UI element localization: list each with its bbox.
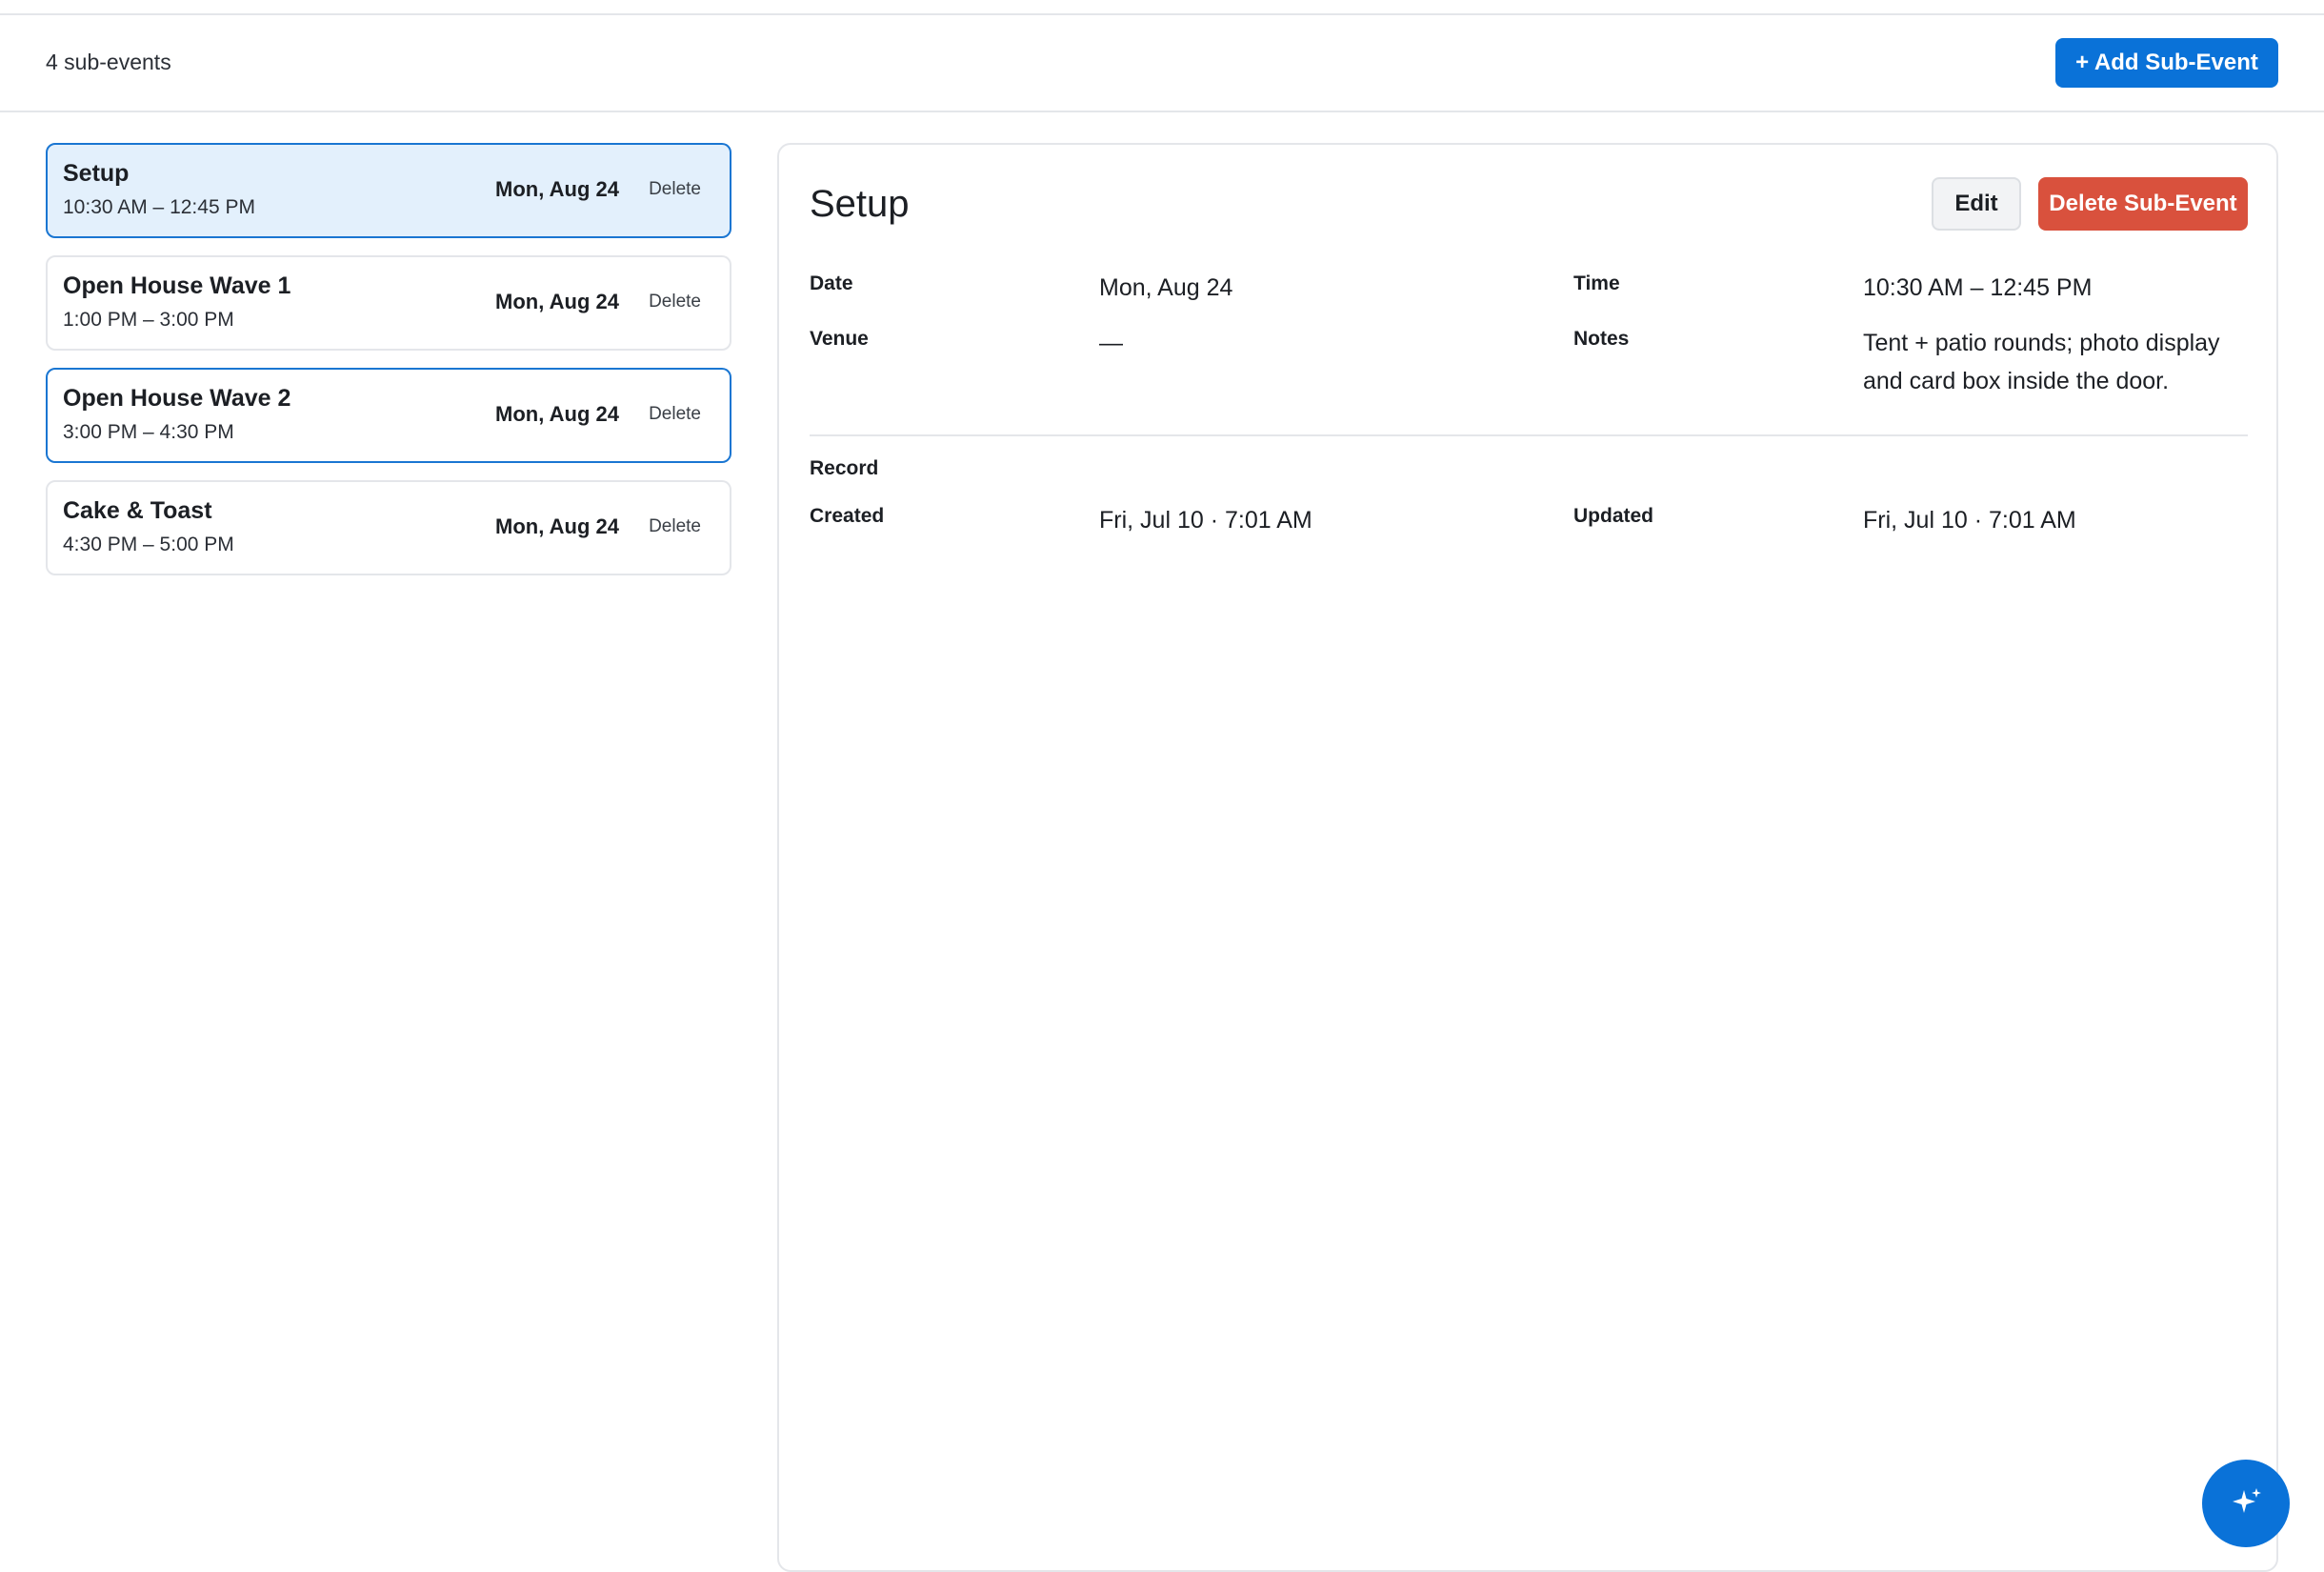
created-value: Fri, Jul 10 · 7:01 AM: [1099, 507, 1312, 534]
sub-event-title: Open House Wave 2: [63, 385, 291, 412]
assistant-fab-button[interactable]: [2202, 1460, 2290, 1547]
notes-label: Notes: [1573, 328, 1630, 350]
created-label: Created: [810, 505, 885, 527]
sub-event-title: Open House Wave 1: [63, 272, 291, 299]
sub-event-delete-link[interactable]: Delete: [649, 404, 701, 425]
top-divider: [0, 0, 2324, 15]
toolbar: 4 sub-events + Add Sub-Event: [0, 15, 2324, 112]
sub-event-date: Mon, Aug 24: [495, 402, 619, 426]
sparkle-icon: [2233, 1488, 2261, 1513]
record-section-label: Record: [810, 457, 879, 479]
sub-event-delete-link[interactable]: Delete: [649, 292, 701, 312]
sub-event-title: Setup: [63, 160, 130, 187]
time-label: Time: [1573, 272, 1620, 294]
sub-event-date: Mon, Aug 24: [495, 290, 619, 313]
sub-event-item-cake-and-toast[interactable]: Cake & Toast 4:30 PM – 5:00 PM Mon, Aug …: [46, 480, 731, 575]
sub-event-count: 4 sub-events: [46, 50, 171, 74]
add-sub-event-button[interactable]: + Add Sub-Event: [2055, 38, 2278, 88]
sub-event-item-setup[interactable]: Setup 10:30 AM – 12:45 PM Mon, Aug 24 De…: [46, 143, 731, 238]
sub-event-delete-link[interactable]: Delete: [649, 516, 701, 537]
venue-label: Venue: [810, 328, 869, 350]
delete-sub-event-button[interactable]: Delete Sub-Event: [2038, 177, 2248, 231]
sub-event-date: Mon, Aug 24: [495, 514, 619, 538]
sub-event-time: 3:00 PM – 4:30 PM: [63, 421, 234, 443]
sub-event-time: 10:30 AM – 12:45 PM: [63, 196, 255, 218]
sub-event-time: 1:00 PM – 3:00 PM: [63, 309, 234, 331]
detail-title: Setup: [810, 183, 910, 225]
updated-label: Updated: [1573, 505, 1653, 527]
updated-value: Fri, Jul 10 · 7:01 AM: [1863, 507, 2076, 534]
sub-event-detail-panel: Setup Edit Delete Sub-Event Date Mon, Au…: [777, 143, 2278, 1572]
sub-event-item-open-house-wave-2[interactable]: Open House Wave 2 3:00 PM – 4:30 PM Mon,…: [46, 368, 731, 463]
venue-value: —: [1099, 330, 1123, 356]
edit-button[interactable]: Edit: [1932, 177, 2021, 231]
time-value: 10:30 AM – 12:45 PM: [1863, 274, 2093, 301]
date-value: Mon, Aug 24: [1099, 274, 1233, 301]
sub-event-list: Setup 10:30 AM – 12:45 PM Mon, Aug 24 De…: [46, 143, 731, 593]
sub-event-date: Mon, Aug 24: [495, 177, 619, 201]
date-label: Date: [810, 272, 853, 294]
sub-event-delete-link[interactable]: Delete: [649, 179, 701, 200]
sub-event-time: 4:30 PM – 5:00 PM: [63, 534, 234, 555]
sub-event-title: Cake & Toast: [63, 497, 212, 524]
sub-event-item-open-house-wave-1[interactable]: Open House Wave 1 1:00 PM – 3:00 PM Mon,…: [46, 255, 731, 351]
notes-value: Tent + patio rounds; photo display and c…: [1863, 330, 2220, 394]
section-divider: [810, 434, 2248, 436]
